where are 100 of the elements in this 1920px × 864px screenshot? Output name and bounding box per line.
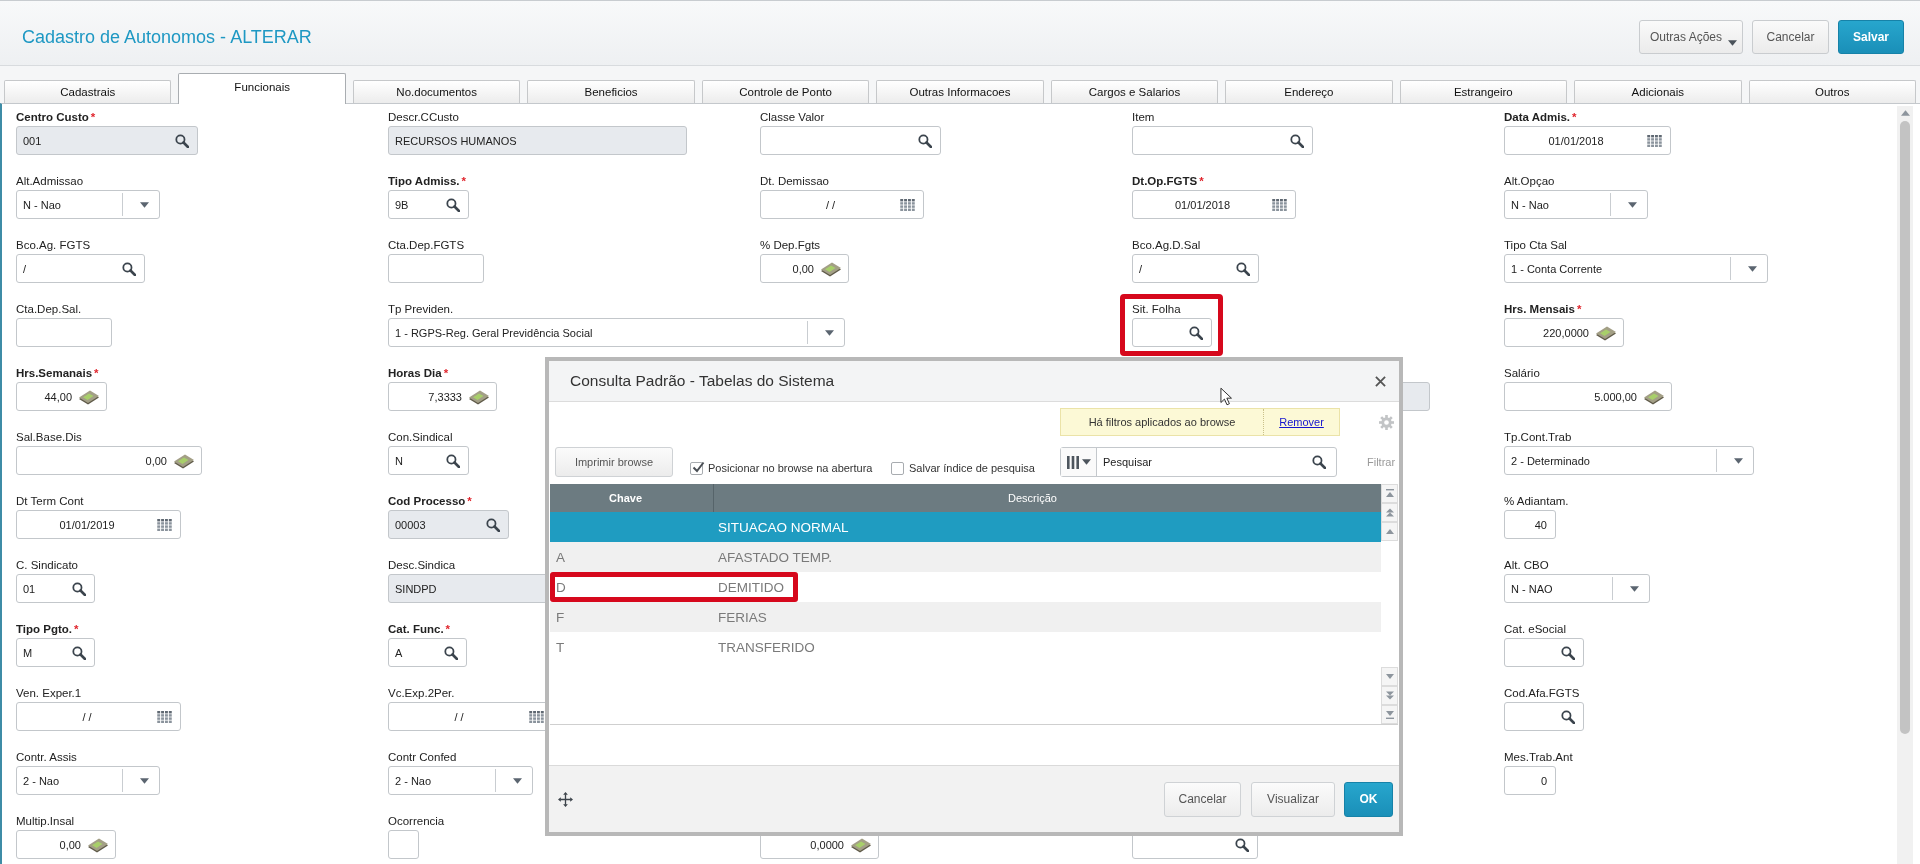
top-arrow-icon[interactable] xyxy=(1384,489,1395,498)
field-label: Contr Confed xyxy=(388,750,457,764)
date-field[interactable]: / / xyxy=(16,702,181,731)
amount-field[interactable]: 0,00 xyxy=(760,254,849,283)
search-icon xyxy=(1561,709,1575,724)
lookup-field[interactable]: 00003 xyxy=(388,510,509,539)
number-field[interactable]: 40 xyxy=(1504,510,1556,539)
field-label: Horas Dia * xyxy=(388,366,449,380)
field-label: Cta.Dep.FGTS xyxy=(388,238,465,252)
index-dropdown[interactable] xyxy=(1061,448,1097,476)
field-label: Tp.Cont.Trab xyxy=(1504,430,1572,444)
tab[interactable]: Controle de Ponto xyxy=(701,80,870,103)
lookup-field[interactable]: / xyxy=(1132,254,1259,283)
dropdown[interactable]: N - Nao xyxy=(1504,190,1648,219)
double-up-arrow-icon[interactable] xyxy=(1384,508,1395,517)
field-label: Dt. Demissao xyxy=(760,174,830,188)
dropdown[interactable]: 1 - Conta Corrente xyxy=(1504,254,1768,283)
tab[interactable]: Beneficios xyxy=(527,80,695,103)
number-field[interactable]: 0 xyxy=(1504,766,1556,795)
scroll-down-button[interactable] xyxy=(1381,667,1398,686)
lookup-field[interactable] xyxy=(1132,126,1313,155)
dropdown[interactable]: 1 - RGPS-Reg. Geral Previdência Social xyxy=(388,318,845,347)
down-arrow-icon[interactable] xyxy=(1384,672,1395,681)
scrollbar-thumb[interactable] xyxy=(1900,121,1910,734)
checkbox-label[interactable]: Salvar índice de pesquisa xyxy=(909,462,1035,474)
amount-field[interactable]: 0,00 xyxy=(16,446,202,475)
lookup-field[interactable]: / xyxy=(16,254,145,283)
dropdown[interactable]: 2 - Nao xyxy=(388,766,533,795)
cancel-button[interactable]: Cancelar xyxy=(1164,781,1241,817)
dropdown[interactable]: 2 - Nao xyxy=(16,766,160,795)
search-input[interactable]: Pesquisar xyxy=(1097,450,1312,474)
lookup-field[interactable] xyxy=(1504,638,1584,667)
page-down-button[interactable] xyxy=(1381,686,1398,705)
calendar-icon xyxy=(1647,134,1662,147)
tab[interactable]: No.documentos xyxy=(352,80,521,103)
double-down-arrow-icon[interactable] xyxy=(1384,691,1395,700)
search-icon xyxy=(1561,645,1575,660)
checkbox[interactable] xyxy=(891,461,904,475)
scroll-up-icon[interactable] xyxy=(1900,110,1910,116)
lookup-field[interactable]: 001 xyxy=(16,126,198,155)
cancel-button[interactable]: Cancelar xyxy=(1752,20,1829,54)
lookup-field[interactable] xyxy=(1132,318,1212,347)
view-button[interactable]: Visualizar xyxy=(1251,781,1335,817)
checkbox-label[interactable]: Posicionar no browse na abertura xyxy=(708,462,873,474)
table-row[interactable]: F FERIAS xyxy=(550,602,1381,632)
print-button[interactable]: Imprimir browse xyxy=(555,447,673,477)
text-field[interactable] xyxy=(388,254,484,283)
remove-filter-link[interactable]: Remover xyxy=(1279,416,1324,428)
lookup-field[interactable] xyxy=(1504,702,1584,731)
amount-field[interactable]: 44,00 xyxy=(16,382,107,411)
tab[interactable]: Adicionais xyxy=(1574,80,1742,103)
date-field[interactable]: / / xyxy=(760,190,924,219)
field-label: Alt.Admissao xyxy=(16,174,84,188)
text-field[interactable]: RECURSOS HUMANOS xyxy=(388,126,687,155)
caret-icon xyxy=(1733,457,1743,464)
date-field[interactable]: 01/01/2018 xyxy=(1504,126,1671,155)
lookup-field[interactable] xyxy=(760,126,941,155)
lookup-field[interactable]: 9B xyxy=(388,190,469,219)
amount-field[interactable]: 220,0000 xyxy=(1504,318,1624,347)
amount-field[interactable]: 7,3333 xyxy=(388,382,497,411)
tab[interactable]: Outras Informacoes xyxy=(876,80,1044,103)
date-field[interactable]: 01/01/2018 xyxy=(1132,190,1296,219)
field-label: % Adiantam. xyxy=(1504,494,1569,508)
page-up-button[interactable] xyxy=(1381,503,1398,522)
field-label: Item xyxy=(1132,110,1155,124)
dropdown[interactable]: N - Nao xyxy=(16,190,160,219)
bottom-arrow-icon[interactable] xyxy=(1384,710,1395,719)
dropdown[interactable]: N - NAO xyxy=(1504,574,1650,603)
actions-menu-button[interactable]: Outras Ações xyxy=(1639,20,1743,54)
table-row[interactable]: A AFASTADO TEMP. xyxy=(550,542,1381,572)
settings-icon[interactable] xyxy=(1379,414,1394,430)
tab[interactable]: Cargos e Salarios xyxy=(1050,80,1219,103)
scroll-bottom-button[interactable] xyxy=(1381,705,1398,724)
tab[interactable]: Cadastrais xyxy=(4,80,172,103)
date-field[interactable]: 01/01/2019 xyxy=(16,510,181,539)
up-arrow-icon[interactable] xyxy=(1384,527,1395,536)
calendar-icon xyxy=(529,710,544,723)
checkbox[interactable] xyxy=(690,461,703,475)
lookup-field[interactable]: 01 xyxy=(16,574,95,603)
search-field[interactable]: Pesquisar xyxy=(1060,447,1337,477)
text-field[interactable] xyxy=(388,830,419,859)
field-label: Cat. eSocial xyxy=(1504,622,1566,636)
amount-field[interactable]: 5.000,00 xyxy=(1504,382,1672,411)
tab[interactable]: Funcionais xyxy=(178,73,346,104)
columns-icon[interactable] xyxy=(1066,455,1079,469)
lookup-field[interactable]: N xyxy=(388,446,469,475)
amount-field[interactable]: 0,00 xyxy=(16,830,116,859)
scroll-up-button[interactable] xyxy=(1381,522,1398,541)
tab[interactable]: Outros xyxy=(1748,80,1916,103)
column-header[interactable]: Descrição xyxy=(714,484,1381,512)
tab[interactable]: Estrangeiro xyxy=(1399,80,1568,103)
calendar-icon xyxy=(1272,198,1287,211)
scroll-top-button[interactable] xyxy=(1381,484,1398,503)
move-icon[interactable] xyxy=(558,791,573,807)
scrollbar[interactable] xyxy=(1897,106,1913,864)
dropdown[interactable]: 2 - Determinado xyxy=(1504,446,1754,475)
tab[interactable]: Endereço xyxy=(1225,80,1393,103)
lookup-field[interactable]: A xyxy=(388,638,467,667)
text-field[interactable] xyxy=(16,318,112,347)
lookup-field[interactable]: M xyxy=(16,638,95,667)
